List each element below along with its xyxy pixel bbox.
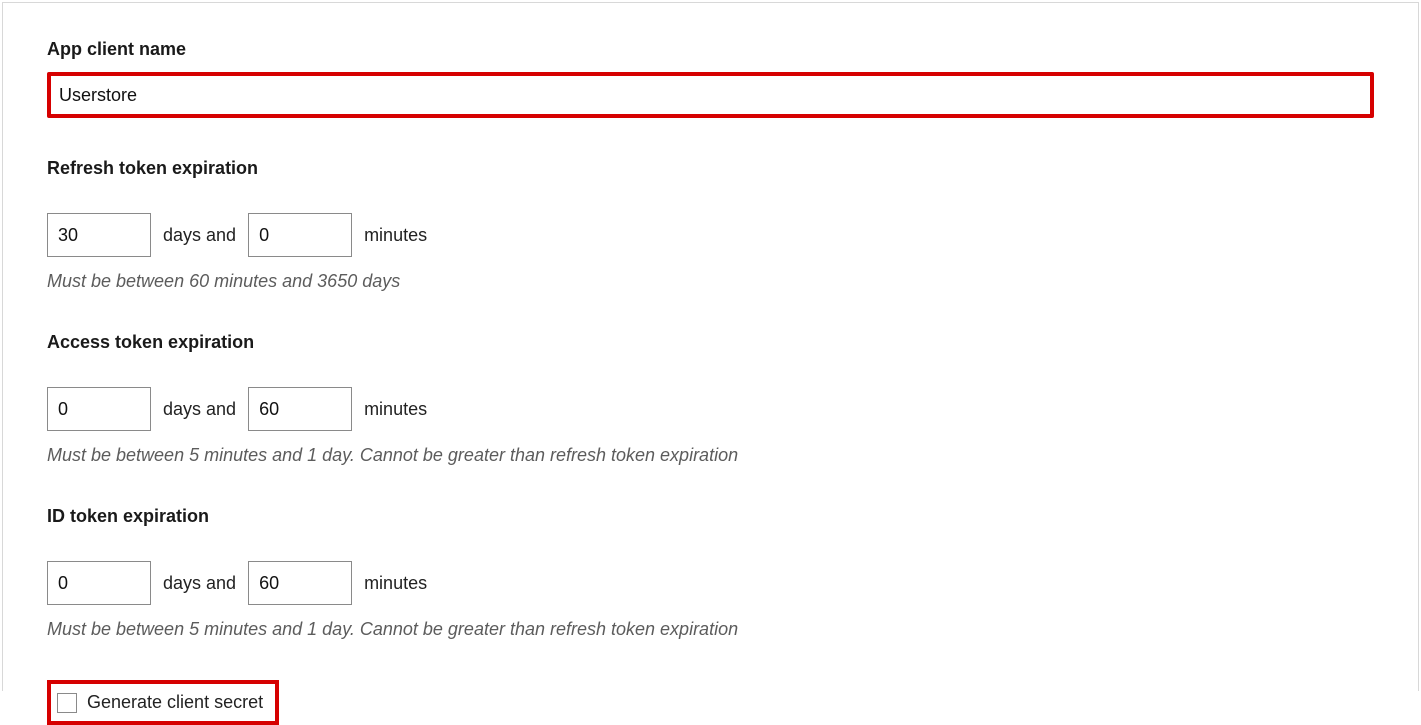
id-token-days-input[interactable] bbox=[47, 561, 151, 605]
app-client-name-highlight bbox=[47, 72, 1374, 118]
days-and-label: days and bbox=[163, 225, 236, 246]
id-token-hint: Must be between 5 minutes and 1 day. Can… bbox=[47, 619, 1374, 640]
id-token-duration-row: days and minutes bbox=[47, 561, 1374, 605]
days-and-label: days and bbox=[163, 573, 236, 594]
access-token-minutes-input[interactable] bbox=[248, 387, 352, 431]
app-client-name-input[interactable] bbox=[51, 76, 1370, 114]
refresh-token-duration-row: days and minutes bbox=[47, 213, 1374, 257]
refresh-token-hint: Must be between 60 minutes and 3650 days bbox=[47, 271, 1374, 292]
generate-client-secret-highlight: Generate client secret bbox=[47, 680, 279, 725]
generate-client-secret-checkbox[interactable] bbox=[57, 693, 77, 713]
app-client-name-label: App client name bbox=[47, 39, 1374, 60]
id-token-minutes-input[interactable] bbox=[248, 561, 352, 605]
id-token-expiration-label: ID token expiration bbox=[47, 506, 1374, 527]
form-panel: App client name Refresh token expiration… bbox=[2, 2, 1419, 691]
access-token-days-input[interactable] bbox=[47, 387, 151, 431]
minutes-label: minutes bbox=[364, 225, 427, 246]
refresh-token-days-input[interactable] bbox=[47, 213, 151, 257]
refresh-token-minutes-input[interactable] bbox=[248, 213, 352, 257]
access-token-duration-row: days and minutes bbox=[47, 387, 1374, 431]
access-token-expiration-label: Access token expiration bbox=[47, 332, 1374, 353]
minutes-label: minutes bbox=[364, 573, 427, 594]
days-and-label: days and bbox=[163, 399, 236, 420]
generate-client-secret-label: Generate client secret bbox=[87, 692, 263, 713]
minutes-label: minutes bbox=[364, 399, 427, 420]
access-token-hint: Must be between 5 minutes and 1 day. Can… bbox=[47, 445, 1374, 466]
refresh-token-expiration-label: Refresh token expiration bbox=[47, 158, 1374, 179]
